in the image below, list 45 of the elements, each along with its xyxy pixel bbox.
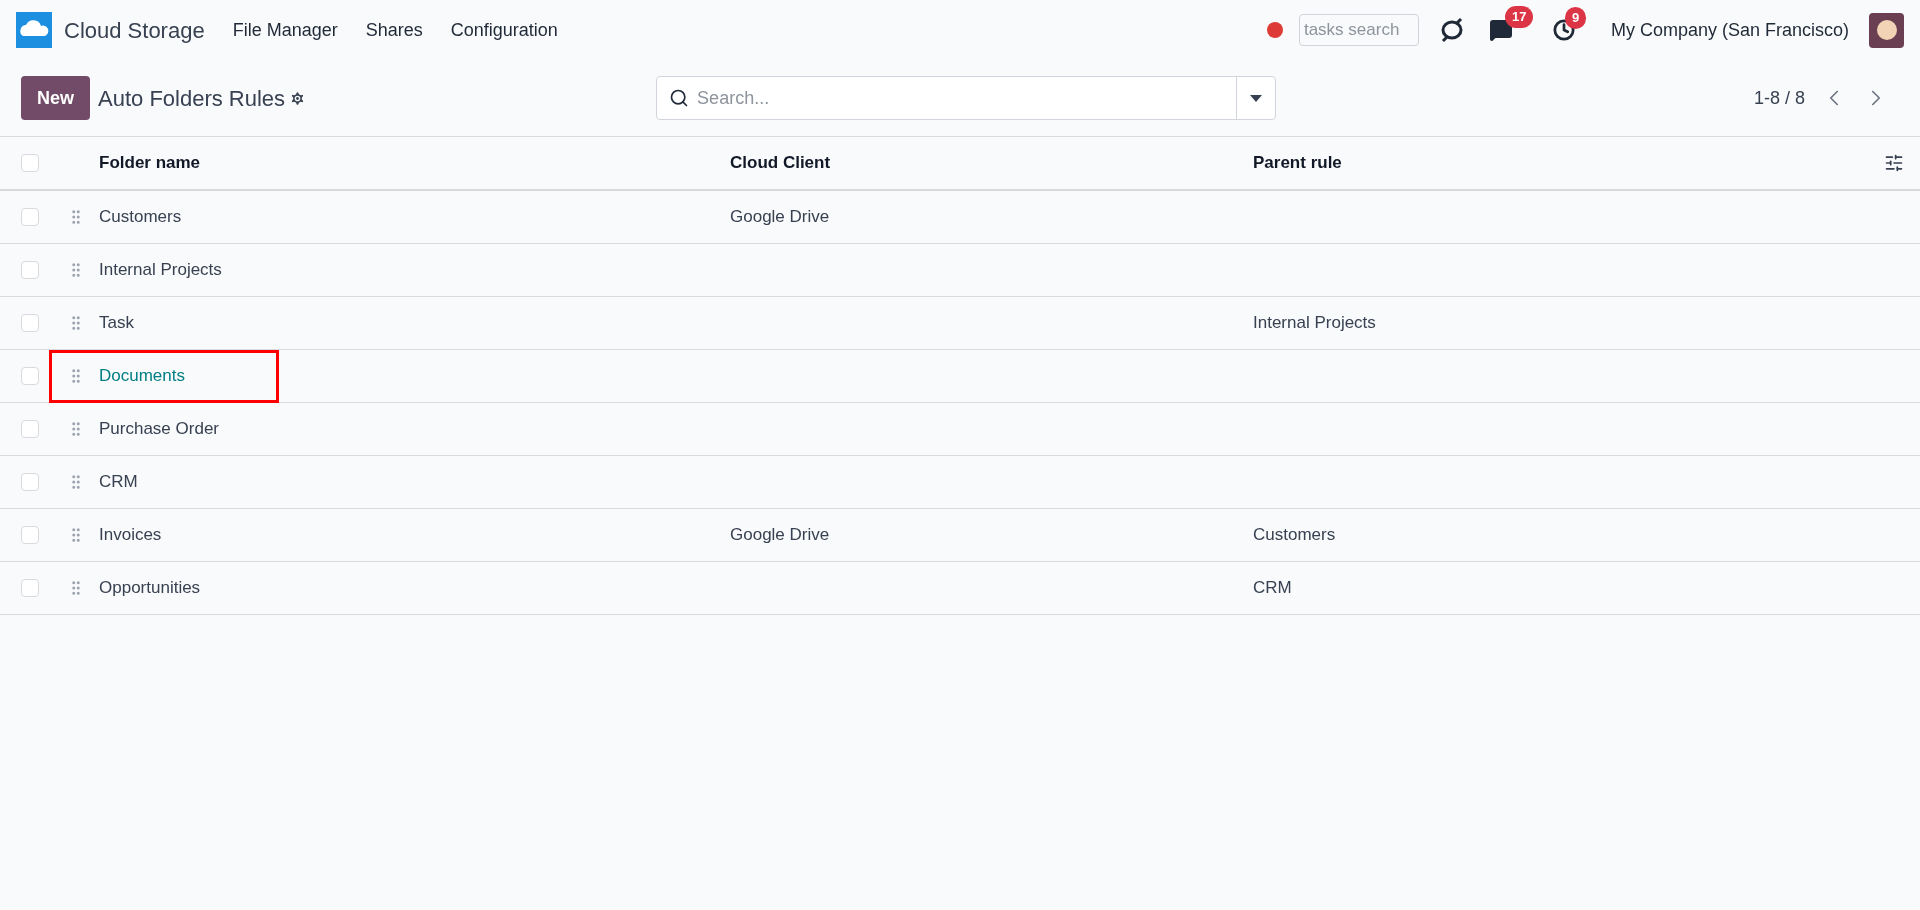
column-header[interactable]: Parent rule: [1253, 150, 1884, 176]
row-checkbox[interactable]: [21, 526, 39, 544]
row-checkbox[interactable]: [21, 579, 39, 597]
column-header[interactable]: Folder name: [99, 150, 730, 176]
notification-badge: 9: [1564, 7, 1587, 29]
gear-icon[interactable]: [289, 89, 307, 107]
cloud-client: Google Drive: [730, 207, 830, 227]
folder-name[interactable]: Internal Projects: [99, 257, 222, 283]
menu-item[interactable]: Configuration: [450, 16, 558, 44]
pager-value[interactable]: 1-8 / 8: [1753, 84, 1805, 112]
row-checkbox[interactable]: [21, 420, 39, 438]
page-title: Auto Folders Rules: [98, 84, 286, 113]
menu-item[interactable]: File Manager: [232, 16, 338, 44]
parent-rule: Internal Projects: [1253, 313, 1376, 333]
row-checkbox[interactable]: [21, 473, 39, 491]
row-checkbox[interactable]: [21, 367, 39, 385]
parent-rule: Customers: [1253, 525, 1336, 545]
chat-icon[interactable]: [1488, 18, 1513, 42]
avatar-icon[interactable]: [1869, 12, 1904, 48]
cloud-logo-icon[interactable]: [16, 12, 52, 48]
column-settings-icon[interactable]: [1884, 153, 1904, 173]
company-name[interactable]: My Company (San Francisco): [1610, 16, 1849, 44]
caret-icon[interactable]: [1250, 94, 1263, 102]
row-checkbox[interactable]: [21, 261, 39, 279]
app-name[interactable]: Cloud Storage: [64, 13, 205, 47]
parent-rule: CRM: [1253, 578, 1292, 598]
folder-name[interactable]: Purchase Order: [99, 416, 219, 442]
row-checkbox[interactable]: [21, 208, 39, 226]
new-button[interactable]: New: [21, 76, 90, 120]
folder-name[interactable]: CRM: [99, 469, 138, 495]
folder-name[interactable]: Customers: [99, 204, 182, 230]
row-checkbox[interactable]: [21, 314, 39, 332]
search-field[interactable]: Search...: [697, 84, 1237, 112]
column-header[interactable]: Cloud Client: [730, 150, 1253, 176]
folder-name[interactable]: Task: [99, 310, 134, 336]
search-icon: [669, 88, 690, 108]
folder-name[interactable]: Documents: [99, 363, 185, 389]
folder-name[interactable]: Opportunities: [99, 575, 201, 601]
tasks-search-field[interactable]: tasks search: [1298, 14, 1419, 46]
folder-name[interactable]: Invoices: [99, 522, 162, 548]
select-all-checkbox[interactable]: [21, 154, 39, 172]
menu-item[interactable]: Shares: [365, 16, 423, 44]
notification-badge: 17: [1504, 6, 1534, 28]
cloud-client: Google Drive: [730, 525, 830, 545]
search-bar[interactable]: Search...: [656, 76, 1277, 120]
